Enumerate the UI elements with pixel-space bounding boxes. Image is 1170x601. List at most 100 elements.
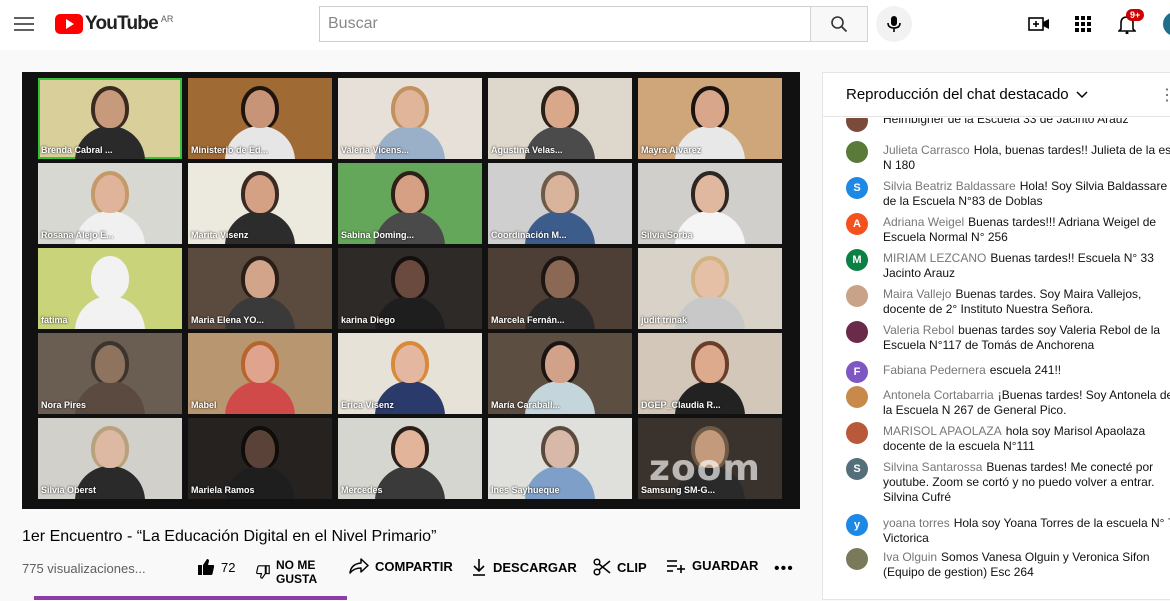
video-player[interactable]: Brenda Cabral ... Ministerio de Ed... Vale…	[22, 72, 800, 509]
chat-author-name[interactable]: yoana torres	[883, 516, 950, 530]
participant-face	[395, 430, 425, 468]
participant-face	[95, 260, 125, 298]
download-button[interactable]: DESCARGAR	[471, 558, 577, 576]
chat-author-avatar[interactable]	[846, 118, 868, 132]
participant-tile[interactable]: Valeria Vicens...	[338, 78, 482, 159]
chat-author-avatar[interactable]: A	[846, 213, 868, 235]
chat-message-body: Iva Olguin Somos Vanesa Olguin y Veronica…	[883, 550, 1170, 580]
participant-tile[interactable]: Mercedes	[338, 418, 482, 499]
participant-tile[interactable]: Mariela Ramos	[188, 418, 332, 499]
chat-author-name[interactable]: Fabiana Pedernera	[883, 363, 986, 377]
view-count[interactable]: 775 visualizaciones...	[22, 561, 146, 576]
save-button[interactable]: GUARDAR	[666, 558, 758, 573]
hamburger-menu-icon[interactable]	[12, 12, 36, 36]
like-button[interactable]: 72	[197, 558, 235, 576]
chat-author-avatar[interactable]	[846, 548, 868, 570]
chat-message-body: Fabiana Pedernera escuela 241!!	[883, 363, 1170, 378]
chat-author-avatar[interactable]	[846, 141, 868, 163]
chat-author-avatar[interactable]: S	[846, 458, 868, 480]
account-avatar[interactable]	[1163, 12, 1170, 36]
participant-tile[interactable]: Nora Pires	[38, 333, 182, 414]
chat-options-icon[interactable]: ⋮	[1159, 85, 1170, 105]
chat-message-body: Valeria Rebol buenas tardes soy Valeria R…	[883, 323, 1170, 353]
participant-tile[interactable]: Brenda Cabral ...	[38, 78, 182, 159]
participant-tile[interactable]: Mayra Alvarez	[638, 78, 782, 159]
chat-author-avatar[interactable]: M	[846, 249, 868, 271]
chat-message-body: Adriana Weigel Buenas tardes!!! Adriana W…	[883, 215, 1170, 245]
voice-search-button[interactable]	[876, 6, 912, 42]
youtube-logo[interactable]: YouTube AR	[55, 12, 173, 36]
participant-name: Mayra Alvarez	[641, 145, 702, 155]
more-actions-button[interactable]: •••	[774, 560, 794, 578]
participant-body	[375, 466, 445, 499]
chat-author-name[interactable]: Valeria Rebol	[883, 323, 954, 337]
video-title: 1er Encuentro - “La Educación Digital en…	[22, 528, 437, 545]
participant-name: Mercedes	[341, 485, 383, 495]
participant-tile[interactable]: María Caraball...	[488, 333, 632, 414]
chat-author-name[interactable]: Maira Vallejo	[883, 287, 951, 301]
chat-author-name[interactable]: MARISOL APAOLAZA	[883, 424, 1002, 438]
participant-tile[interactable]: Agustina Velas...	[488, 78, 632, 159]
chat-author-avatar[interactable]	[846, 285, 868, 307]
notifications-badge: 9+	[1126, 9, 1145, 21]
apps-grid-button[interactable]	[1071, 12, 1095, 36]
chat-header-dropdown[interactable]: Reproducción del chat destacado	[823, 73, 1170, 117]
participant-name: Ines Sayhueque	[491, 485, 560, 495]
participant-tile[interactable]: DGEP_Claudia R...	[638, 333, 782, 414]
dislike-label-line1: NO ME	[276, 558, 316, 572]
participant-tile[interactable]: Coordinación M...	[488, 163, 632, 244]
participant-tile[interactable]: Marcela Fernán...	[488, 248, 632, 329]
chat-replay-panel: Reproducción del chat destacado ⋮ Heimbi…	[822, 72, 1170, 600]
chat-author-avatar[interactable]: F	[846, 361, 868, 383]
participant-name: Silvia Sorba	[641, 230, 693, 240]
share-button[interactable]: COMPARTIR	[349, 558, 453, 574]
notifications-button[interactable]: 9+	[1115, 9, 1145, 36]
participant-tile[interactable]: Silvia Oberst	[38, 418, 182, 499]
microphone-icon	[887, 16, 901, 32]
participant-tile[interactable]: Sabina Doming...	[338, 163, 482, 244]
chat-author-avatar[interactable]	[846, 422, 868, 444]
chat-author-avatar[interactable]	[846, 386, 868, 408]
participant-tile[interactable]: Mabel	[188, 333, 332, 414]
participant-name: Nora Pires	[41, 400, 87, 410]
participant-name: Agustina Velas...	[491, 145, 563, 155]
clip-button[interactable]: CLIP	[593, 558, 647, 576]
participant-tile[interactable]: karina Diego	[338, 248, 482, 329]
participant-tile[interactable]: judit trinak	[638, 248, 782, 329]
participant-tile[interactable]: Ines Sayhueque	[488, 418, 632, 499]
chat-author-name[interactable]: Iva Olguin	[883, 550, 937, 564]
participant-tile[interactable]: Marita Visenz	[188, 163, 332, 244]
chat-author-name[interactable]: Julieta Carrasco	[883, 143, 970, 157]
chat-author-avatar[interactable]	[846, 321, 868, 343]
search-input[interactable]: Buscar	[319, 6, 810, 42]
participant-face	[545, 430, 575, 468]
participant-face	[695, 345, 725, 383]
participant-face	[245, 345, 275, 383]
participant-tile[interactable]: Maria Elena YO...	[188, 248, 332, 329]
chat-author-name[interactable]: Silvina Santarossa	[883, 460, 982, 474]
save-label: GUARDAR	[692, 558, 759, 573]
participant-tile[interactable]: Ministerio de Ed...	[188, 78, 332, 159]
participant-name: Sabina Doming...	[341, 230, 415, 240]
participant-tile[interactable]: Silvia Sorba	[638, 163, 782, 244]
chat-author-name[interactable]: Adriana Weigel	[883, 215, 964, 229]
chat-header-title: Reproducción del chat destacado	[846, 86, 1069, 103]
logo-text: YouTube	[85, 13, 159, 34]
chat-author-avatar[interactable]: S	[846, 177, 868, 199]
participant-name: DGEP_Claudia R...	[641, 400, 721, 410]
create-video-button[interactable]	[1027, 12, 1051, 36]
chat-author-name[interactable]: Antonela Cortabarria	[883, 388, 994, 402]
participant-tile[interactable]: Rosana Alejo E...	[38, 163, 182, 244]
participant-tile[interactable]: fatima	[38, 248, 182, 329]
download-icon	[473, 559, 485, 576]
participant-face	[245, 90, 275, 128]
chat-author-name[interactable]: MIRIAM LEZCANO	[883, 251, 986, 265]
thumbs-down-icon	[256, 565, 270, 579]
dislike-button[interactable]: NO ME GUSTA	[256, 558, 317, 586]
chat-author-avatar[interactable]: y	[846, 514, 868, 536]
participant-face	[395, 175, 425, 213]
chat-message-list[interactable]: Heimbigner de la Escuela 33 de Jacinto A…	[823, 118, 1170, 601]
chat-author-name[interactable]: Silvia Beatriz Baldassare	[883, 179, 1016, 193]
search-button[interactable]	[810, 6, 868, 42]
participant-tile[interactable]: Erica Visenz	[338, 333, 482, 414]
